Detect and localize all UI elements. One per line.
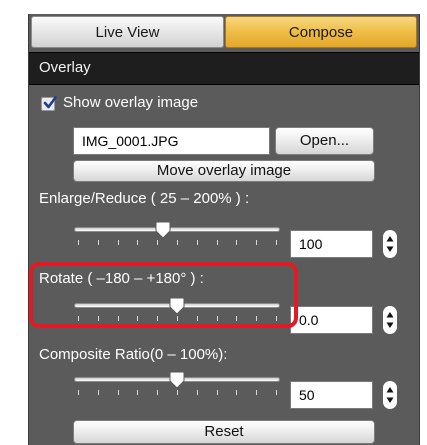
slider-tick: [137, 240, 138, 245]
composite-ratio-label: Composite Ratio(0 – 100%):: [39, 346, 228, 363]
slider-tick: [98, 390, 99, 395]
overlay-file-field[interactable]: IMG_0001.JPG: [73, 127, 270, 155]
slider-tick: [98, 240, 99, 245]
slider-tick: [157, 390, 158, 395]
enlarge-reduce-label: Enlarge/Reduce ( 25 – 200% ) :: [39, 190, 250, 207]
slider-tick: [256, 240, 257, 245]
slider-tick: [177, 390, 178, 395]
rotate-highlight-frame: [29, 262, 298, 328]
stepper-arrows-icon: [386, 387, 394, 403]
slider-tick: [197, 240, 198, 245]
move-overlay-image-button[interactable]: Move overlay image: [73, 160, 375, 182]
slider-thumb-icon[interactable]: [155, 221, 171, 239]
slider-ticks: [74, 390, 280, 395]
slider-tick: [118, 240, 119, 245]
slider-tick: [276, 390, 277, 395]
slider-ticks: [74, 240, 280, 245]
slider-tick: [256, 390, 257, 395]
rotate-stepper[interactable]: [383, 306, 397, 334]
slider-tick: [118, 390, 119, 395]
slider-thumb-icon[interactable]: [169, 371, 185, 389]
stepper-arrows-icon: [386, 236, 394, 252]
enlarge-reduce-value[interactable]: 100: [290, 230, 373, 258]
compose-panel: Live View Compose Overlay Show overlay i…: [28, 14, 420, 445]
open-button[interactable]: Open...: [275, 127, 374, 155]
slider-tick: [236, 390, 237, 395]
slider-tick: [78, 240, 79, 245]
slider-tick: [157, 240, 158, 245]
slider-tick: [197, 390, 198, 395]
overlay-section-header: Overlay: [29, 52, 419, 85]
composite-ratio-value[interactable]: 50: [290, 381, 373, 409]
composite-ratio-slider[interactable]: [74, 369, 280, 399]
tab-compose[interactable]: Compose: [225, 16, 417, 48]
enlarge-reduce-slider[interactable]: [74, 219, 280, 249]
overlay-section-title: Overlay: [39, 59, 91, 76]
checkmark-icon: [43, 96, 57, 109]
slider-tick: [217, 240, 218, 245]
mode-tabs: Live View Compose: [31, 16, 417, 49]
show-overlay-checkbox[interactable]: [41, 96, 57, 111]
slider-tick: [217, 390, 218, 395]
slider-tick: [177, 240, 178, 245]
tab-live-view[interactable]: Live View: [31, 16, 224, 48]
rotate-value[interactable]: 0.0: [290, 306, 373, 334]
slider-tick: [78, 390, 79, 395]
slider-tick: [236, 240, 237, 245]
slider-track: [74, 227, 280, 232]
slider-tick: [276, 240, 277, 245]
enlarge-reduce-stepper[interactable]: [383, 230, 397, 258]
reset-button[interactable]: Reset: [73, 420, 375, 444]
show-overlay-label[interactable]: Show overlay image: [63, 94, 198, 111]
composite-ratio-stepper[interactable]: [383, 381, 397, 409]
stepper-arrows-icon: [386, 312, 394, 328]
slider-tick: [137, 390, 138, 395]
